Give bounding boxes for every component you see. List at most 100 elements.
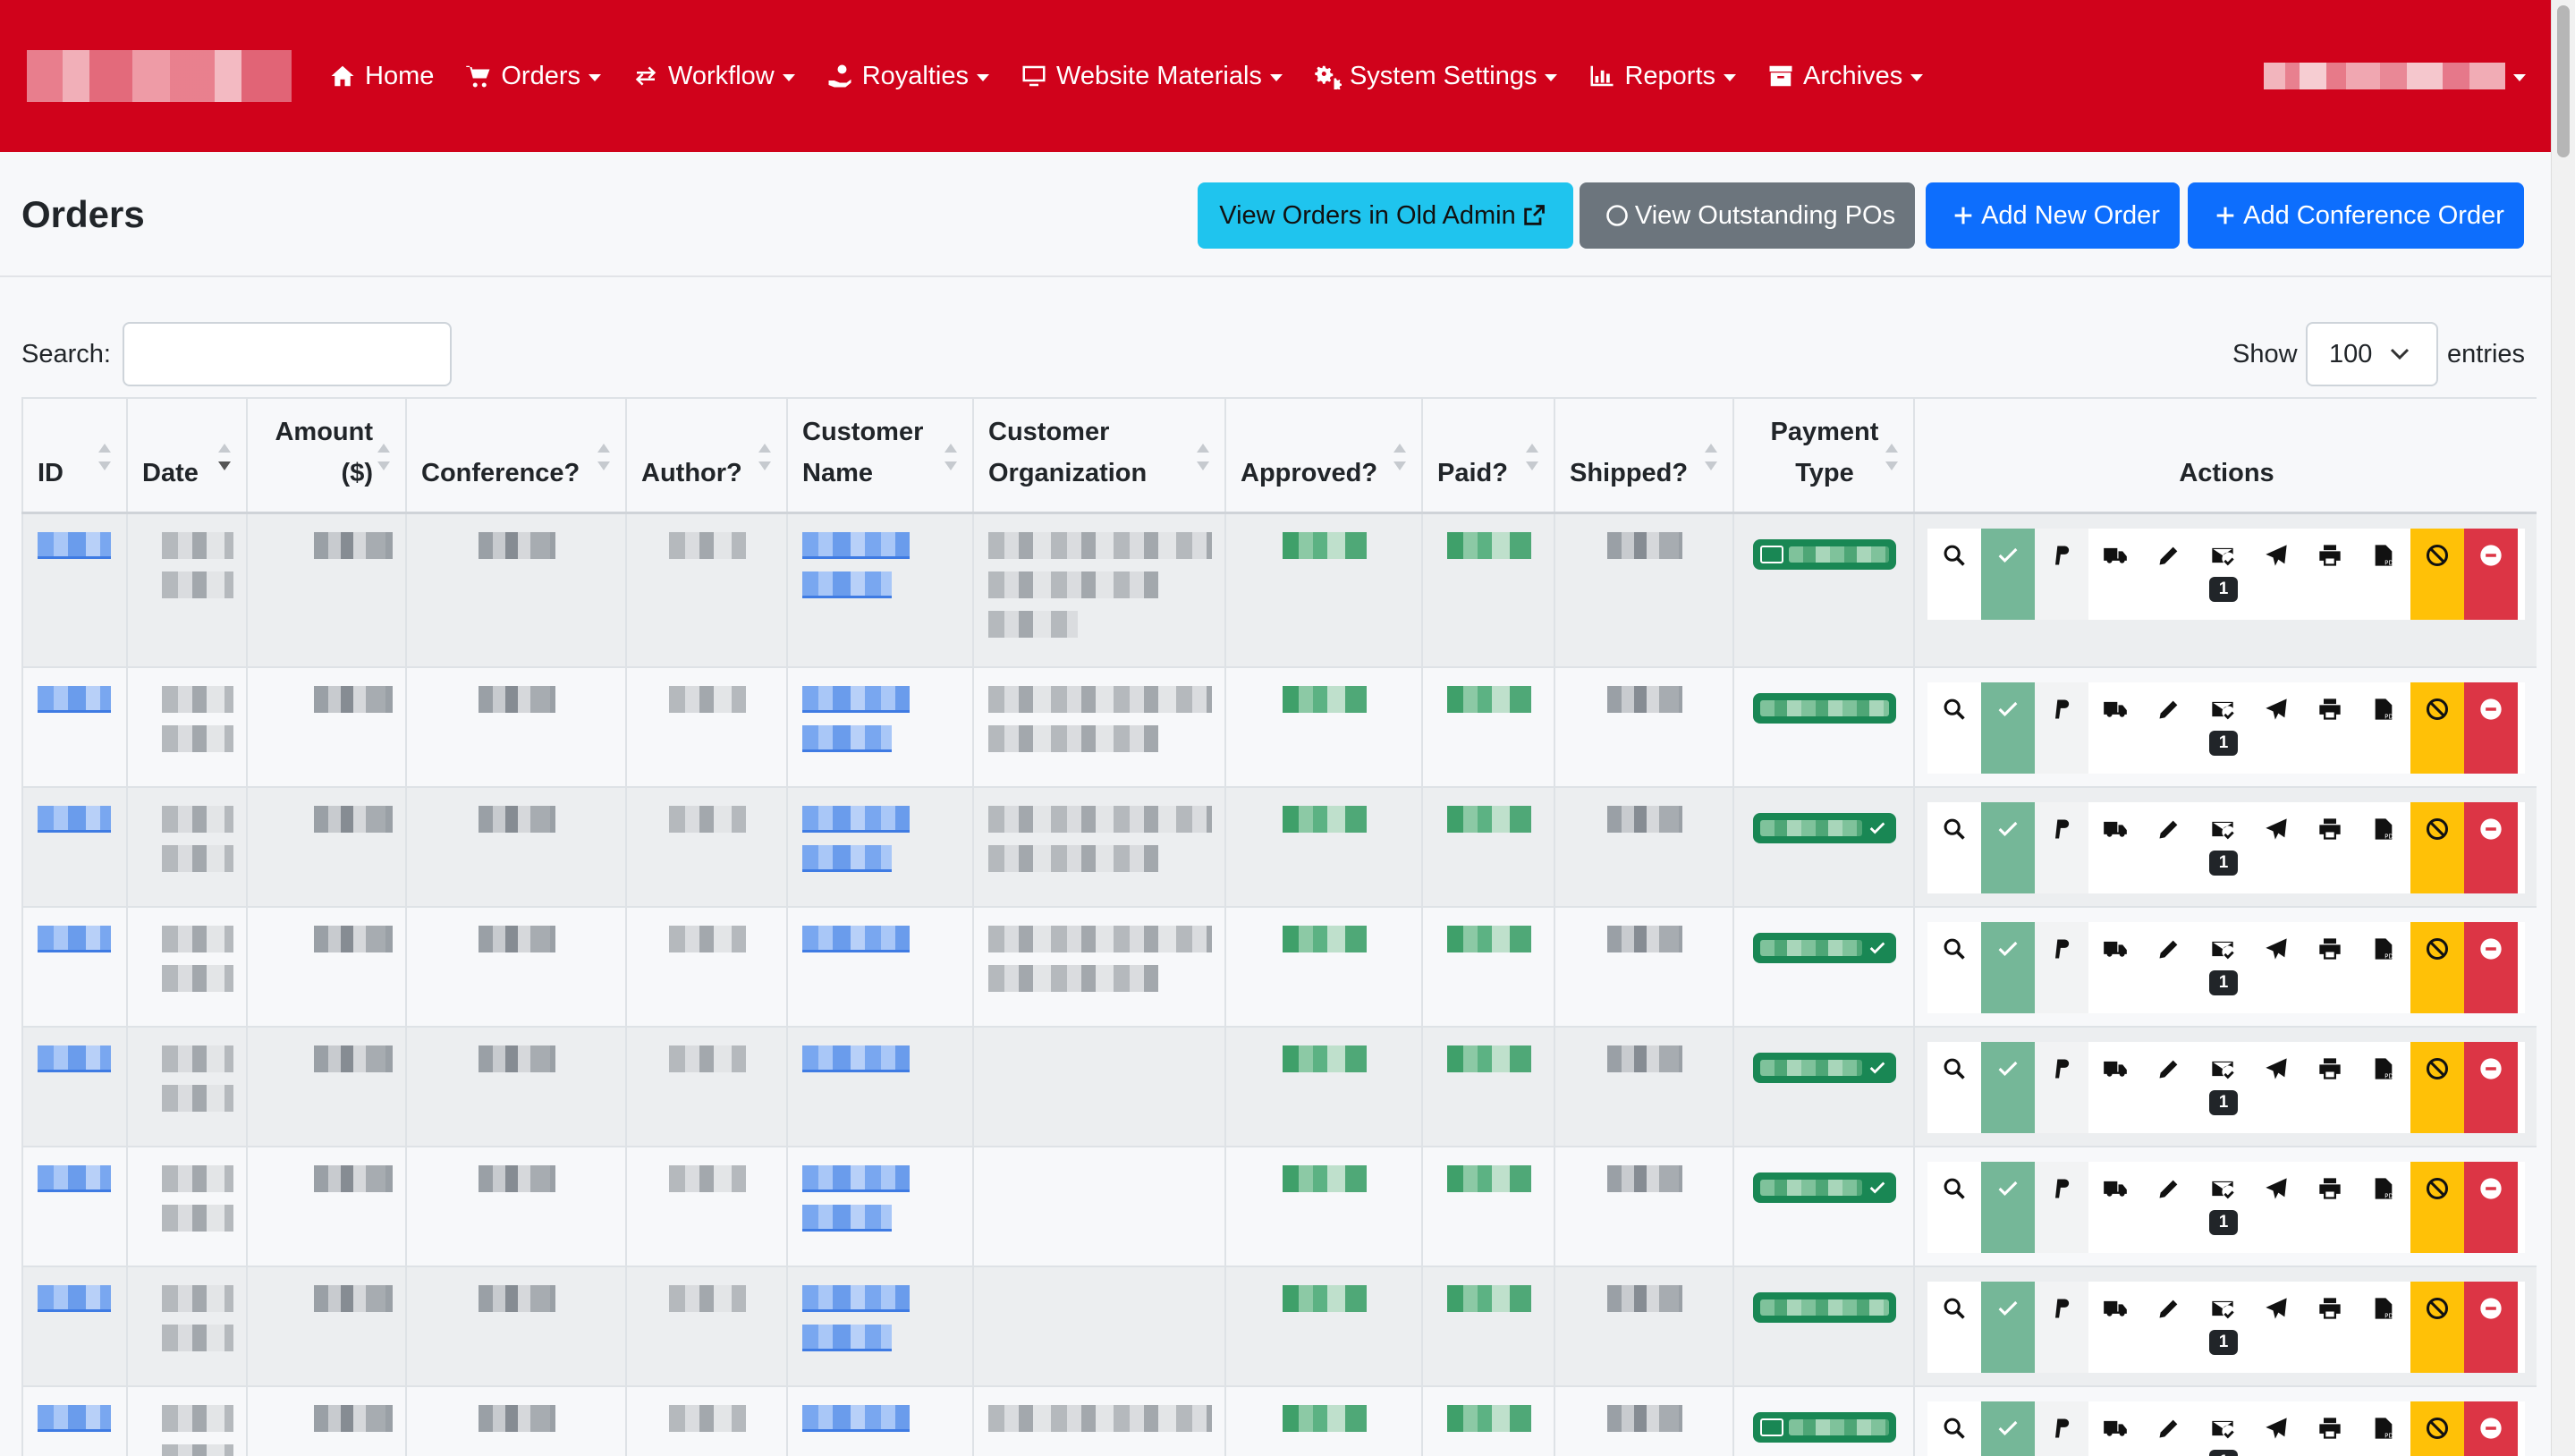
- view-outstanding-pos-button[interactable]: View Outstanding POs: [1580, 182, 1915, 249]
- nav-workflow[interactable]: Workflow: [631, 62, 795, 91]
- order-id-link[interactable]: [38, 926, 111, 952]
- email-button[interactable]: 1: [2196, 682, 2249, 774]
- email-button[interactable]: 1: [2196, 802, 2249, 893]
- customer-link[interactable]: [802, 725, 892, 752]
- customer-link[interactable]: [802, 1405, 910, 1432]
- order-id-link[interactable]: [38, 686, 111, 713]
- search-input[interactable]: [123, 322, 452, 386]
- edit-button[interactable]: [2142, 802, 2196, 893]
- customer-link[interactable]: [802, 1285, 910, 1312]
- cancel-order-button[interactable]: [2410, 1401, 2464, 1456]
- mark-paid-button[interactable]: [2035, 1401, 2088, 1456]
- view-order-button[interactable]: [1927, 1042, 1981, 1133]
- cancel-order-button[interactable]: [2410, 922, 2464, 1013]
- brand-logo[interactable]: [27, 50, 292, 102]
- customer-link[interactable]: [802, 571, 892, 598]
- customer-link[interactable]: [802, 531, 910, 559]
- entries-per-page-select[interactable]: 100: [2306, 322, 2438, 386]
- cancel-order-button[interactable]: [2410, 802, 2464, 893]
- approve-button[interactable]: [1981, 922, 2035, 1013]
- ship-button[interactable]: [2088, 529, 2142, 620]
- send-button[interactable]: [2249, 922, 2303, 1013]
- col-header-approved[interactable]: Approved?: [1224, 397, 1423, 514]
- delete-order-button[interactable]: [2464, 802, 2518, 893]
- approve-button[interactable]: [1981, 1042, 2035, 1133]
- edit-button[interactable]: [2142, 1042, 2196, 1133]
- ship-button[interactable]: [2088, 682, 2142, 774]
- send-button[interactable]: [2249, 682, 2303, 774]
- col-header-customer-org[interactable]: Customer Organization: [972, 397, 1226, 514]
- pdf-button[interactable]: PDF: [2357, 1162, 2410, 1253]
- ship-button[interactable]: [2088, 1162, 2142, 1253]
- edit-button[interactable]: [2142, 682, 2196, 774]
- customer-link[interactable]: [802, 1205, 892, 1232]
- nav-archives[interactable]: Archives: [1766, 62, 1924, 91]
- approve-button[interactable]: [1981, 1162, 2035, 1253]
- print-button[interactable]: [2303, 922, 2357, 1013]
- ship-button[interactable]: [2088, 1282, 2142, 1373]
- send-button[interactable]: [2249, 802, 2303, 893]
- approve-button[interactable]: [1981, 1282, 2035, 1373]
- nav-royalties[interactable]: Royalties: [825, 62, 989, 91]
- edit-button[interactable]: [2142, 1401, 2196, 1456]
- customer-link[interactable]: [802, 926, 910, 952]
- print-button[interactable]: [2303, 1042, 2357, 1133]
- add-conference-order-button[interactable]: Add Conference Order: [2188, 182, 2524, 249]
- print-button[interactable]: [2303, 1162, 2357, 1253]
- delete-order-button[interactable]: [2464, 1282, 2518, 1373]
- order-id-link[interactable]: [38, 1045, 111, 1072]
- pdf-button[interactable]: PDF: [2357, 1282, 2410, 1373]
- email-button[interactable]: 1: [2196, 529, 2249, 620]
- order-id-link[interactable]: [38, 1405, 111, 1432]
- view-order-button[interactable]: [1927, 1282, 1981, 1373]
- edit-button[interactable]: [2142, 1162, 2196, 1253]
- pdf-button[interactable]: PDF: [2357, 922, 2410, 1013]
- col-header-amount[interactable]: Amount ($): [246, 397, 407, 514]
- delete-order-button[interactable]: [2464, 922, 2518, 1013]
- cancel-order-button[interactable]: [2410, 682, 2464, 774]
- send-button[interactable]: [2249, 1282, 2303, 1373]
- mark-paid-button[interactable]: [2035, 682, 2088, 774]
- edit-button[interactable]: [2142, 529, 2196, 620]
- col-header-conference[interactable]: Conference?: [405, 397, 627, 514]
- pdf-button[interactable]: PDF: [2357, 802, 2410, 893]
- pdf-button[interactable]: PDF: [2357, 1042, 2410, 1133]
- col-header-payment-type[interactable]: Payment Type: [1732, 397, 1915, 514]
- cancel-order-button[interactable]: [2410, 1282, 2464, 1373]
- view-order-button[interactable]: [1927, 922, 1981, 1013]
- view-orders-old-admin-button[interactable]: View Orders in Old Admin: [1198, 182, 1573, 249]
- pdf-button[interactable]: PDF: [2357, 529, 2410, 620]
- customer-link[interactable]: [802, 686, 910, 713]
- col-header-author[interactable]: Author?: [625, 397, 788, 514]
- mark-paid-button[interactable]: [2035, 1162, 2088, 1253]
- nav-website-materials[interactable]: Website Materials: [1019, 62, 1283, 91]
- mark-paid-button[interactable]: [2035, 1042, 2088, 1133]
- send-button[interactable]: [2249, 1042, 2303, 1133]
- send-button[interactable]: [2249, 1401, 2303, 1456]
- view-order-button[interactable]: [1927, 1162, 1981, 1253]
- order-id-link[interactable]: [38, 806, 111, 833]
- view-order-button[interactable]: [1927, 802, 1981, 893]
- customer-link[interactable]: [802, 1165, 910, 1192]
- approve-button[interactable]: [1981, 682, 2035, 774]
- print-button[interactable]: [2303, 1401, 2357, 1456]
- send-button[interactable]: [2249, 1162, 2303, 1253]
- col-header-shipped[interactable]: Shipped?: [1554, 397, 1734, 514]
- view-order-button[interactable]: [1927, 1401, 1981, 1456]
- user-menu[interactable]: [2264, 63, 2526, 89]
- ship-button[interactable]: [2088, 1401, 2142, 1456]
- mark-paid-button[interactable]: [2035, 922, 2088, 1013]
- edit-button[interactable]: [2142, 922, 2196, 1013]
- customer-link[interactable]: [802, 806, 910, 833]
- approve-button[interactable]: [1981, 802, 2035, 893]
- cancel-order-button[interactable]: [2410, 528, 2464, 620]
- email-button[interactable]: 1: [2196, 1042, 2249, 1133]
- ship-button[interactable]: [2088, 802, 2142, 893]
- email-button[interactable]: 1: [2196, 1162, 2249, 1253]
- print-button[interactable]: [2303, 682, 2357, 774]
- ship-button[interactable]: [2088, 922, 2142, 1013]
- pdf-button[interactable]: PDF: [2357, 1401, 2410, 1456]
- add-new-order-button[interactable]: Add New Order: [1926, 182, 2180, 249]
- edit-button[interactable]: [2142, 1282, 2196, 1373]
- cancel-order-button[interactable]: [2410, 1162, 2464, 1253]
